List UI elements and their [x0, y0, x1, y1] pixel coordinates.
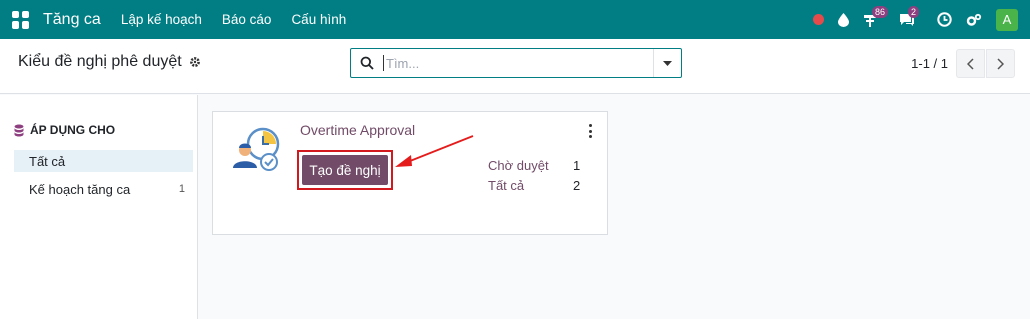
database-icon: [14, 124, 24, 136]
pager-previous-button[interactable]: [956, 49, 985, 78]
chevron-right-icon: [997, 57, 1004, 70]
app-name[interactable]: Tăng ca: [43, 11, 101, 29]
page-title: Kiểu đề nghị phê duyệt: [18, 53, 182, 70]
pager-value[interactable]: 1-1 / 1: [911, 56, 948, 71]
search-bar: [350, 48, 682, 78]
approval-category-icon: [233, 127, 280, 171]
gear-icon[interactable]: [189, 56, 201, 68]
sidebar-item-label: Kế hoạch tăng ca: [29, 181, 131, 197]
kanban-card[interactable]: Overtime Approval Tạo đề nghị Chờ duyệt …: [212, 111, 608, 235]
clock-icon[interactable]: [937, 12, 952, 27]
settings-icon[interactable]: [966, 13, 982, 27]
card-menu-icon[interactable]: [587, 124, 593, 138]
section-title: ÁP DỤNG CHO: [30, 123, 116, 137]
breadcrumb: Kiểu đề nghị phê duyệt: [18, 53, 201, 71]
search-panel: ÁP DỤNG CHO Tất cả Kế hoạch tăng ca 1: [0, 95, 198, 319]
pager-next-button[interactable]: [986, 49, 1015, 78]
sidebar-item-overtime-plan[interactable]: Kế hoạch tăng ca 1: [14, 178, 193, 200]
activity-button[interactable]: 86: [863, 5, 889, 27]
search-input[interactable]: [383, 55, 643, 71]
search-icon: [360, 56, 374, 70]
stat-value-pending: 1: [573, 158, 581, 173]
avatar[interactable]: A: [996, 8, 1018, 31]
annotation-arrow: [395, 135, 474, 167]
create-request-button[interactable]: Tạo đề nghị: [302, 155, 388, 185]
stat-value-all: 2: [573, 178, 581, 193]
messages-button[interactable]: 2: [899, 5, 920, 27]
menu-item-reports[interactable]: Báo cáo: [222, 12, 272, 27]
control-panel: Kiểu đề nghị phê duyệt 1-1 / 1: [0, 39, 1030, 94]
kanban-view: Overtime Approval Tạo đề nghị Chờ duyệt …: [199, 95, 1030, 319]
chevron-left-icon: [967, 57, 974, 70]
activity-badge: 86: [872, 5, 889, 18]
record-icon[interactable]: [813, 14, 824, 25]
search-options-toggle[interactable]: [653, 49, 681, 77]
messages-badge: 2: [908, 5, 920, 18]
stat-label-all[interactable]: Tất cả: [488, 178, 524, 193]
caret-down-icon: [663, 60, 672, 66]
drop-icon[interactable]: [838, 12, 849, 27]
menu-item-planning[interactable]: Lập kế hoạch: [121, 12, 202, 27]
apps-icon[interactable]: [12, 10, 30, 29]
menu-item-configuration[interactable]: Cấu hình: [291, 12, 346, 27]
sidebar-item-count: 1: [178, 183, 185, 195]
section-header: ÁP DỤNG CHO: [14, 123, 115, 137]
sidebar-item-label: Tất cả: [29, 153, 66, 169]
sidebar-item-all[interactable]: Tất cả: [14, 150, 193, 172]
top-navbar: Tăng ca Lập kế hoạch Báo cáo Cấu hình 86…: [0, 0, 1030, 39]
stat-label-pending[interactable]: Chờ duyệt: [488, 158, 549, 173]
